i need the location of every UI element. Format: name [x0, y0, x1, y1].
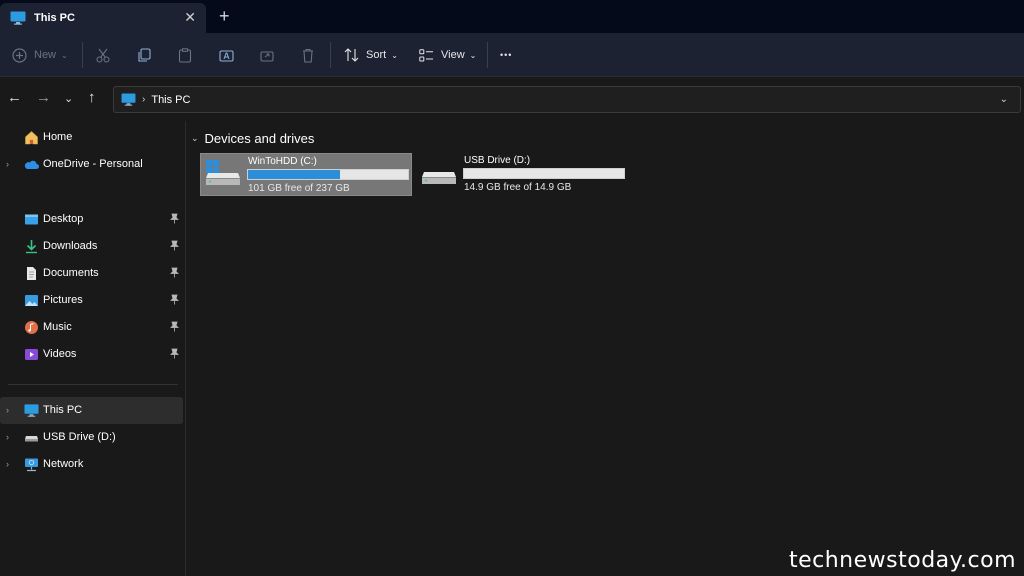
- expand-chevron-icon[interactable]: ›: [6, 432, 9, 442]
- divider: [487, 42, 488, 68]
- pin-icon[interactable]: [170, 213, 179, 224]
- drive-free-space: 14.9 GB free of 14.9 GB: [464, 182, 572, 193]
- desktop-icon: [25, 214, 38, 225]
- drive-name: USB Drive (D:): [464, 155, 531, 166]
- pin-icon[interactable]: [170, 267, 179, 278]
- sidebar-item-documents[interactable]: Documents: [0, 260, 183, 287]
- os-drive-icon: [206, 160, 240, 185]
- chevron-down-icon: ⌄: [391, 50, 398, 60]
- view-icon: [419, 48, 433, 61]
- more-icon: •••: [500, 50, 513, 60]
- recent-locations-chevron-icon[interactable]: ⌄: [64, 91, 73, 107]
- drive-tile-c[interactable]: WinToHDD (C:) 101 GB free of 237 GB: [200, 153, 412, 196]
- share-icon: [260, 50, 274, 62]
- sidebar-item-usb-drive[interactable]: › USB Drive (D:): [0, 424, 183, 451]
- copy-icon: [138, 47, 151, 62]
- sidebar-item-pictures[interactable]: Pictures: [0, 287, 183, 314]
- pin-icon[interactable]: [170, 321, 179, 332]
- divider: [82, 42, 83, 68]
- chevron-down-icon: ⌄: [469, 50, 477, 60]
- sort-icon: [344, 48, 359, 62]
- expand-chevron-icon[interactable]: ›: [6, 159, 9, 169]
- usb-drive-icon: [25, 436, 38, 442]
- documents-icon: [27, 267, 36, 280]
- drive-tile-d[interactable]: USB Drive (D:) 14.9 GB free of 14.9 GB: [417, 153, 629, 196]
- close-tab-icon[interactable]: ✕: [184, 10, 196, 24]
- pin-icon[interactable]: [170, 240, 179, 251]
- sidebar-item-desktop[interactable]: Desktop: [0, 206, 183, 233]
- address-bar[interactable]: › This PC ⌄: [113, 86, 1021, 113]
- forward-arrow-icon[interactable]: →: [36, 90, 51, 106]
- drive-name: WinToHDD (C:): [248, 156, 317, 167]
- pin-icon[interactable]: [170, 348, 179, 359]
- sidebar-item-videos[interactable]: Videos: [0, 341, 183, 368]
- tab-this-pc[interactable]: This PC ✕: [0, 3, 206, 33]
- view-label: View: [441, 49, 465, 61]
- navigation-pane: Home › OneDrive - Personal Desktop Downl…: [0, 121, 186, 576]
- up-arrow-icon[interactable]: ↑: [88, 90, 96, 106]
- sidebar-divider: [8, 384, 178, 385]
- breadcrumb-separator-icon: ›: [142, 94, 146, 105]
- new-button[interactable]: New ⌄: [12, 33, 68, 77]
- sidebar-item-this-pc[interactable]: › This PC: [0, 397, 183, 424]
- music-icon: [25, 321, 38, 334]
- expand-chevron-icon[interactable]: ›: [6, 405, 9, 415]
- sort-label: Sort: [366, 49, 387, 61]
- videos-icon: [25, 349, 38, 360]
- back-arrow-icon[interactable]: ←: [7, 90, 22, 106]
- sidebar-item-network[interactable]: › Network: [0, 451, 183, 478]
- expand-chevron-icon[interactable]: ›: [6, 459, 9, 469]
- watermark: technewstoday.com: [788, 548, 1016, 573]
- sidebar-item-downloads[interactable]: Downloads: [0, 233, 183, 260]
- sidebar-item-music[interactable]: Music: [0, 314, 183, 341]
- group-header-devices[interactable]: ⌄ Devices and drives: [191, 131, 314, 146]
- this-pc-icon: [10, 11, 26, 25]
- network-icon: [25, 458, 38, 472]
- chevron-down-icon: ⌄: [61, 50, 68, 60]
- cut-button[interactable]: [96, 33, 110, 77]
- drive-usage-bar: [247, 169, 409, 180]
- collapse-chevron-icon[interactable]: ⌄: [191, 133, 199, 144]
- rename-icon: [219, 49, 234, 62]
- divider: [330, 42, 331, 68]
- command-bar: New ⌄ Sort ⌄ View ⌄ •••: [0, 33, 1024, 77]
- this-pc-icon: [121, 93, 136, 106]
- group-title: Devices and drives: [204, 131, 315, 146]
- this-pc-icon: [24, 404, 39, 417]
- breadcrumb[interactable]: This PC: [151, 94, 190, 106]
- new-label: New: [34, 49, 57, 61]
- cut-icon: [96, 48, 110, 63]
- pin-icon[interactable]: [170, 294, 179, 305]
- paste-button[interactable]: [178, 33, 192, 77]
- new-plus-icon: [12, 47, 27, 63]
- onedrive-icon: [24, 160, 39, 169]
- sidebar-item-home[interactable]: Home: [0, 124, 183, 151]
- downloads-icon: [26, 240, 37, 254]
- pictures-icon: [25, 295, 38, 306]
- copy-button[interactable]: [137, 33, 151, 77]
- delete-button[interactable]: [301, 33, 315, 77]
- tab-title: This PC: [34, 12, 75, 24]
- address-dropdown-icon[interactable]: ⌄: [1000, 94, 1008, 105]
- share-button[interactable]: [260, 33, 274, 77]
- title-bar: This PC ✕ +: [0, 0, 1024, 33]
- new-tab-button[interactable]: +: [219, 7, 230, 25]
- home-icon: [25, 131, 38, 145]
- view-button[interactable]: View ⌄: [419, 33, 476, 77]
- drive-free-space: 101 GB free of 237 GB: [248, 183, 350, 194]
- more-options-button[interactable]: •••: [500, 33, 512, 77]
- paste-icon: [178, 47, 192, 63]
- usb-drive-icon: [422, 172, 456, 184]
- sidebar-item-onedrive[interactable]: › OneDrive - Personal: [0, 151, 183, 178]
- delete-icon: [303, 48, 313, 63]
- rename-button[interactable]: [219, 33, 234, 77]
- drive-usage-fill: [248, 170, 340, 179]
- drive-usage-bar: [463, 168, 625, 179]
- sort-button[interactable]: Sort ⌄: [344, 33, 398, 77]
